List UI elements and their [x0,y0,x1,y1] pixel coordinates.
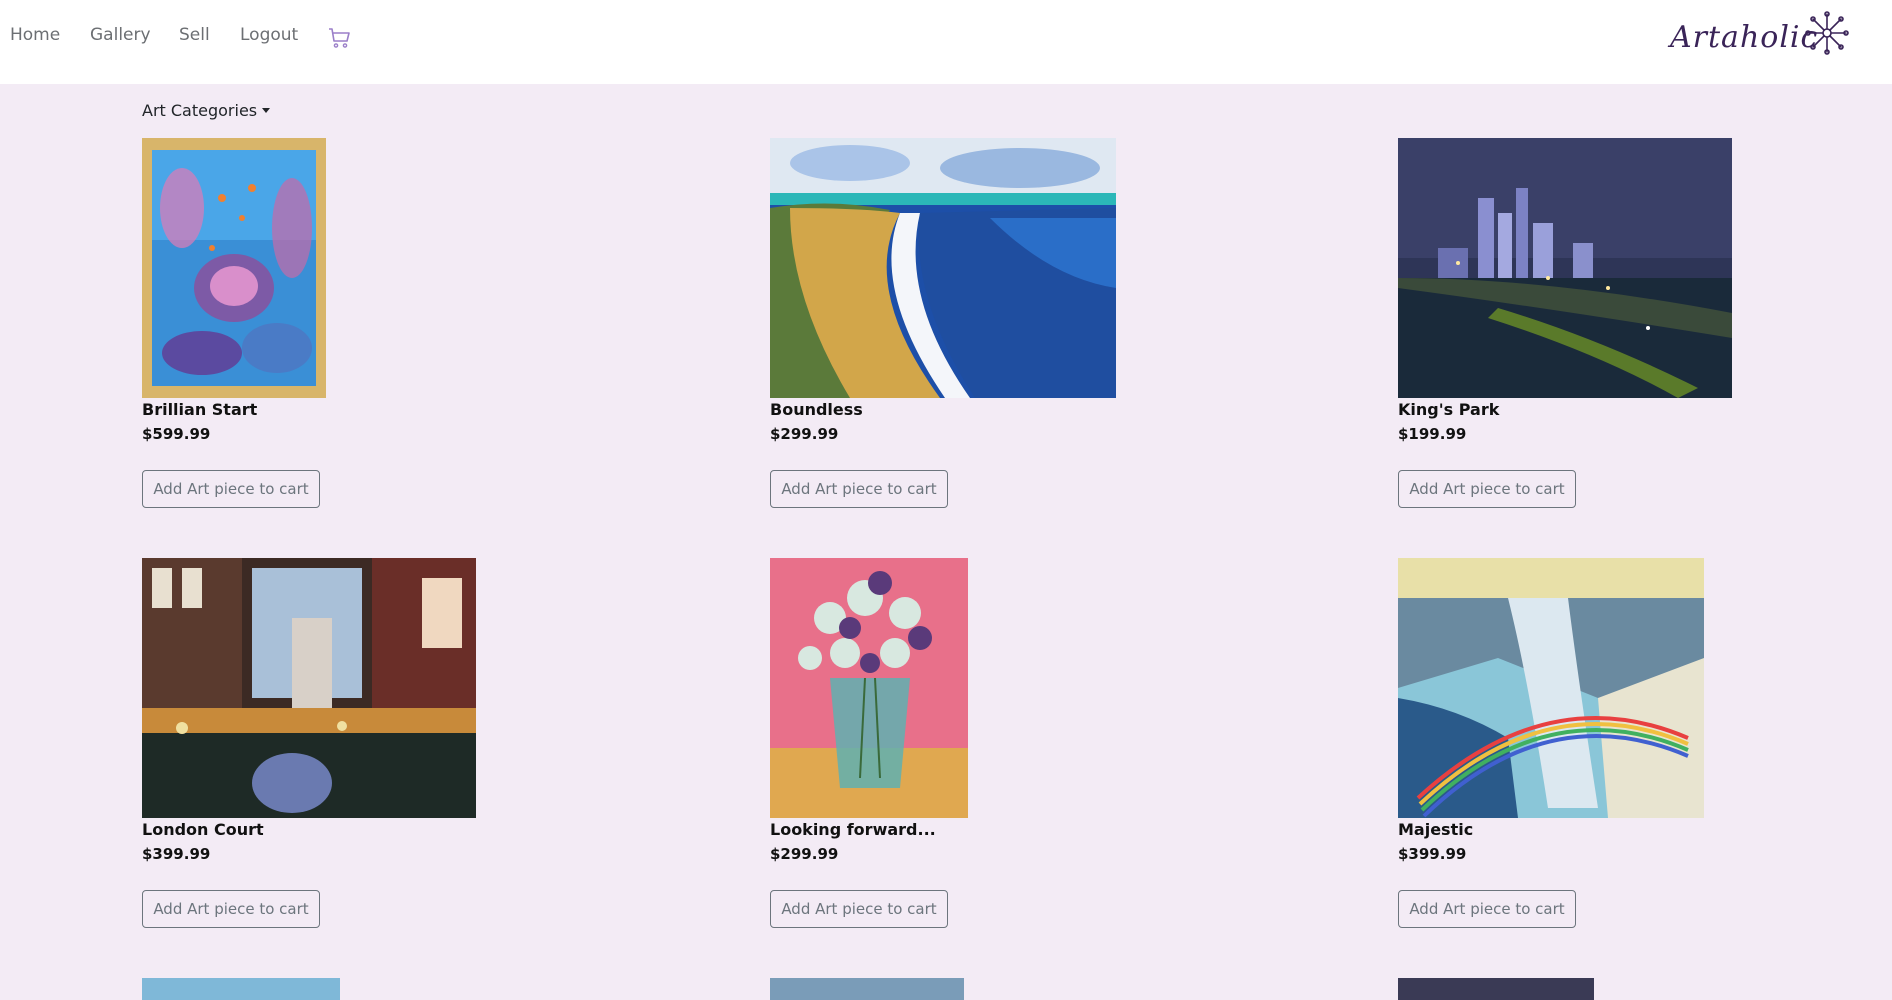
add-to-cart-button[interactable]: Add Art piece to cart [142,890,320,928]
caret-down-icon [262,108,271,113]
starburst-logo-icon [1805,11,1849,55]
nav-gallery-link[interactable]: Gallery [90,25,151,45]
product-title: King's Park [1398,400,1500,419]
nav-logout-link[interactable]: Logout [240,25,298,45]
add-to-cart-button[interactable]: Add Art piece to cart [770,890,948,928]
brand-logo[interactable]: Artaholic [1670,8,1850,68]
product-image-partial[interactable] [770,978,964,1000]
product-image-partial[interactable] [1398,978,1594,1000]
product-title: Looking forward... [770,820,936,839]
brand-name: Artaholic [1670,20,1819,55]
product-title: Boundless [770,400,863,419]
product-image[interactable] [1398,558,1704,818]
add-to-cart-button[interactable]: Add Art piece to cart [1398,470,1576,508]
navbar: Home Gallery Sell Logout Artaholic [0,0,1892,84]
product-image[interactable] [142,558,476,818]
product-price: $399.99 [1398,845,1467,863]
art-categories-label: Art Categories [142,101,258,120]
product-price: $199.99 [1398,425,1467,443]
product-price: $399.99 [142,845,211,863]
product-image-partial[interactable] [142,978,340,1000]
art-categories-dropdown[interactable]: Art Categories [142,101,271,120]
product-price: $299.99 [770,845,839,863]
add-to-cart-button[interactable]: Add Art piece to cart [1398,890,1576,928]
product-image[interactable] [1398,138,1732,398]
product-title: Majestic [1398,820,1474,839]
add-to-cart-button[interactable]: Add Art piece to cart [770,470,948,508]
shopping-cart-icon[interactable] [328,26,352,50]
nav-sell-link[interactable]: Sell [179,25,210,45]
product-image[interactable] [770,138,1116,398]
nav-home-link[interactable]: Home [10,25,60,45]
product-price: $299.99 [770,425,839,443]
product-title: London Court [142,820,264,839]
product-title: Brillian Start [142,400,258,419]
add-to-cart-button[interactable]: Add Art piece to cart [142,470,320,508]
product-image[interactable] [142,138,326,398]
product-image[interactable] [770,558,968,818]
product-price: $599.99 [142,425,211,443]
